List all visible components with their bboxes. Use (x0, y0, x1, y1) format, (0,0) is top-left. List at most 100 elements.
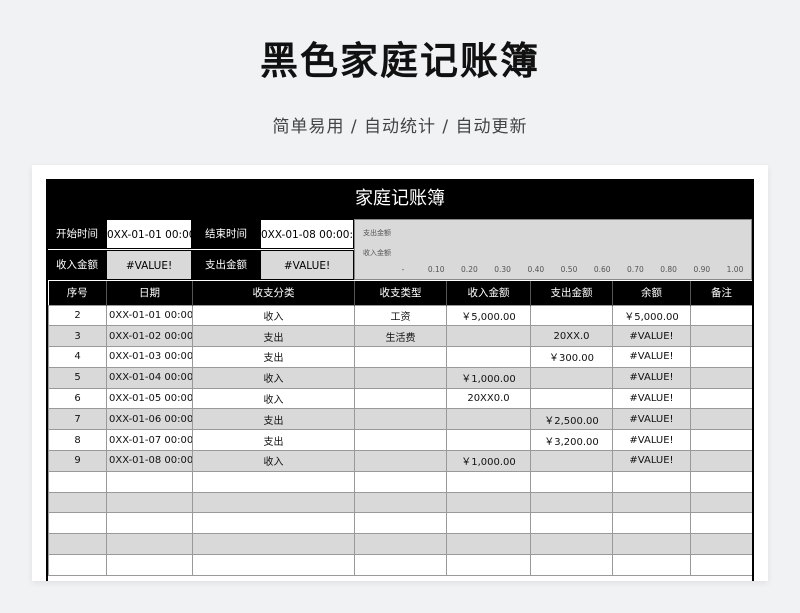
table-cell[interactable] (530, 512, 613, 535)
table-cell[interactable]: #VALUE! (612, 408, 691, 431)
end-time-value[interactable]: 0XX-01-08 00:00:0 (260, 219, 354, 249)
table-cell[interactable]: ￥300.00 (530, 346, 613, 368)
table-cell[interactable] (446, 408, 531, 431)
table-cell[interactable] (690, 512, 752, 535)
table-cell[interactable] (446, 512, 531, 535)
table-cell[interactable] (106, 470, 193, 493)
table-cell[interactable] (690, 366, 752, 389)
table-cell[interactable] (446, 533, 531, 556)
table-cell[interactable] (530, 554, 613, 576)
table-cell[interactable] (530, 387, 613, 410)
table-cell[interactable] (530, 470, 613, 493)
table-cell[interactable]: 支出 (192, 429, 355, 452)
table-cell[interactable]: #VALUE! (612, 325, 691, 348)
table-cell[interactable]: 9 (48, 450, 107, 472)
table-cell[interactable]: #VALUE! (612, 450, 691, 472)
table-cell[interactable] (354, 366, 447, 389)
table-cell[interactable] (48, 512, 107, 535)
table-cell[interactable]: #VALUE! (612, 346, 691, 368)
table-cell[interactable]: 2 (48, 304, 107, 327)
table-cell[interactable] (446, 554, 531, 576)
table-cell[interactable] (354, 533, 447, 556)
table-cell[interactable] (354, 387, 447, 410)
table-cell[interactable] (106, 512, 193, 535)
table-cell[interactable]: ￥5,000.00 (446, 304, 531, 327)
table-cell[interactable]: #VALUE! (612, 366, 691, 389)
column-header[interactable]: 收入金额 (446, 281, 531, 305)
column-header[interactable]: 收支类型 (354, 281, 447, 305)
table-cell[interactable] (690, 533, 752, 556)
table-cell[interactable]: 7 (48, 408, 107, 431)
table-cell[interactable] (690, 429, 752, 452)
column-header[interactable]: 备注 (690, 281, 752, 305)
table-cell[interactable]: ￥2,500.00 (530, 408, 613, 431)
table-cell[interactable] (612, 533, 691, 556)
table-cell[interactable] (48, 470, 107, 493)
table-cell[interactable] (192, 533, 355, 556)
table-cell[interactable] (690, 325, 752, 348)
table-cell[interactable]: ￥1,000.00 (446, 366, 531, 389)
table-cell[interactable]: 0XX-01-01 00:00:0 (106, 304, 193, 327)
table-cell[interactable] (354, 429, 447, 452)
table-cell[interactable] (446, 325, 531, 348)
table-cell[interactable] (446, 491, 531, 514)
table-cell[interactable]: 支出 (192, 408, 355, 431)
table-cell[interactable]: 支出 (192, 325, 355, 348)
table-cell[interactable] (192, 470, 355, 493)
table-cell[interactable] (690, 387, 752, 410)
table-cell[interactable] (192, 512, 355, 535)
table-cell[interactable]: 支出 (192, 346, 355, 368)
sheet-title[interactable]: 家庭记账簿 (48, 179, 752, 219)
expense-total-value[interactable]: #VALUE! (260, 250, 354, 280)
table-cell[interactable] (446, 429, 531, 452)
table-cell[interactable] (354, 408, 447, 431)
table-cell[interactable] (354, 554, 447, 576)
income-total-value[interactable]: #VALUE! (106, 250, 192, 280)
table-cell[interactable]: ￥1,000.00 (446, 450, 531, 472)
table-cell[interactable] (690, 554, 752, 576)
table-cell[interactable]: #VALUE! (612, 429, 691, 452)
table-cell[interactable]: 0XX-01-05 00:00:0 (106, 387, 193, 410)
table-cell[interactable]: 收入 (192, 450, 355, 472)
table-cell[interactable] (530, 533, 613, 556)
start-time-value[interactable]: 0XX-01-01 00:00:0 (106, 219, 192, 249)
table-cell[interactable] (530, 450, 613, 472)
table-cell[interactable]: 4 (48, 346, 107, 368)
column-header[interactable]: 余额 (612, 281, 691, 305)
table-cell[interactable] (48, 554, 107, 576)
table-cell[interactable] (690, 346, 752, 368)
table-cell[interactable]: 3 (48, 325, 107, 348)
table-cell[interactable] (690, 491, 752, 514)
table-cell[interactable] (690, 408, 752, 431)
table-cell[interactable] (192, 554, 355, 576)
table-cell[interactable]: 0XX-01-07 00:00:0 (106, 429, 193, 452)
table-cell[interactable] (446, 346, 531, 368)
table-cell[interactable]: 0XX-01-08 00:00:0 (106, 450, 193, 472)
table-cell[interactable]: 生活费 (354, 325, 447, 348)
table-cell[interactable]: 0XX-01-02 00:00:0 (106, 325, 193, 348)
table-cell[interactable]: #VALUE! (612, 387, 691, 410)
table-cell[interactable] (612, 491, 691, 514)
table-cell[interactable] (106, 533, 193, 556)
table-cell[interactable] (530, 304, 613, 327)
table-cell[interactable]: 收入 (192, 304, 355, 327)
table-cell[interactable] (106, 491, 193, 514)
table-cell[interactable] (690, 450, 752, 472)
table-cell[interactable]: 0XX-01-06 00:00:0 (106, 408, 193, 431)
column-header[interactable]: 日期 (106, 281, 193, 305)
column-header[interactable]: 支出金额 (530, 281, 613, 305)
table-cell[interactable]: 收入 (192, 387, 355, 410)
table-cell[interactable] (612, 512, 691, 535)
table-cell[interactable]: 20XX.0 (530, 325, 613, 348)
summary-mini-chart[interactable]: 支出金额 收入金额 - 0.10 0.20 0.30 0.40 0.50 0.60 0.70 0… (354, 219, 752, 280)
table-cell[interactable] (612, 554, 691, 576)
table-cell[interactable]: 0XX-01-03 00:00:0 (106, 346, 193, 368)
table-cell[interactable] (354, 450, 447, 472)
table-cell[interactable] (612, 470, 691, 493)
table-cell[interactable] (690, 304, 752, 327)
table-cell[interactable]: 8 (48, 429, 107, 452)
table-cell[interactable] (354, 470, 447, 493)
table-cell[interactable]: 工资 (354, 304, 447, 327)
table-cell[interactable]: ￥3,200.00 (530, 429, 613, 452)
table-cell[interactable]: 6 (48, 387, 107, 410)
